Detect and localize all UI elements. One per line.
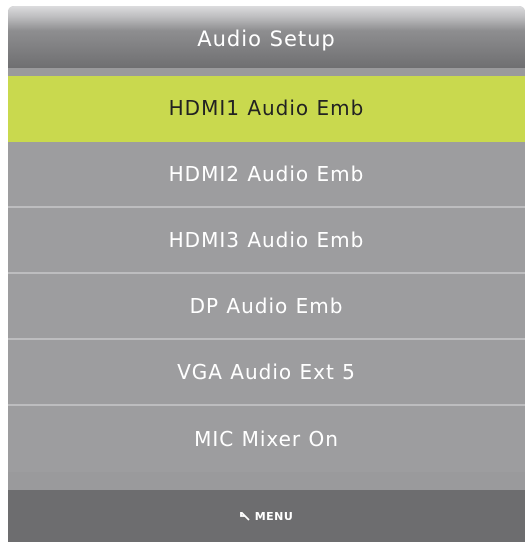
menu-item-vga-audio[interactable]: VGA Audio Ext 5 bbox=[8, 340, 525, 406]
menu-item-label: DP Audio Emb bbox=[189, 294, 344, 318]
menu-item-hdmi1-audio[interactable]: HDMI1 Audio Emb bbox=[8, 76, 525, 142]
menu-item-hdmi2-audio[interactable]: HDMI2 Audio Emb bbox=[8, 142, 525, 208]
menu-item-label: HDMI2 Audio Emb bbox=[168, 162, 365, 186]
menu-label: MENU bbox=[254, 509, 294, 523]
back-arrow-icon bbox=[239, 511, 250, 521]
menu-item-dp-audio[interactable]: DP Audio Emb bbox=[8, 274, 525, 340]
menu-item-label: VGA Audio Ext 5 bbox=[177, 360, 356, 384]
page-title: Audio Setup bbox=[197, 27, 336, 51]
audio-setup-osd-panel: Audio Setup HDMI1 Audio Emb HDMI2 Audio … bbox=[8, 6, 525, 542]
audio-setup-menu: HDMI1 Audio Emb HDMI2 Audio Emb HDMI3 Au… bbox=[8, 76, 525, 472]
osd-footer: MENU bbox=[8, 490, 525, 542]
menu-back-button[interactable]: MENU bbox=[239, 509, 294, 523]
menu-item-mic-mixer[interactable]: MIC Mixer On bbox=[8, 406, 525, 472]
menu-item-label: HDMI3 Audio Emb bbox=[168, 228, 365, 252]
osd-header: Audio Setup bbox=[8, 6, 525, 68]
menu-item-label: MIC Mixer On bbox=[194, 427, 339, 451]
menu-item-hdmi3-audio[interactable]: HDMI3 Audio Emb bbox=[8, 208, 525, 274]
menu-item-label: HDMI1 Audio Emb bbox=[168, 96, 365, 120]
